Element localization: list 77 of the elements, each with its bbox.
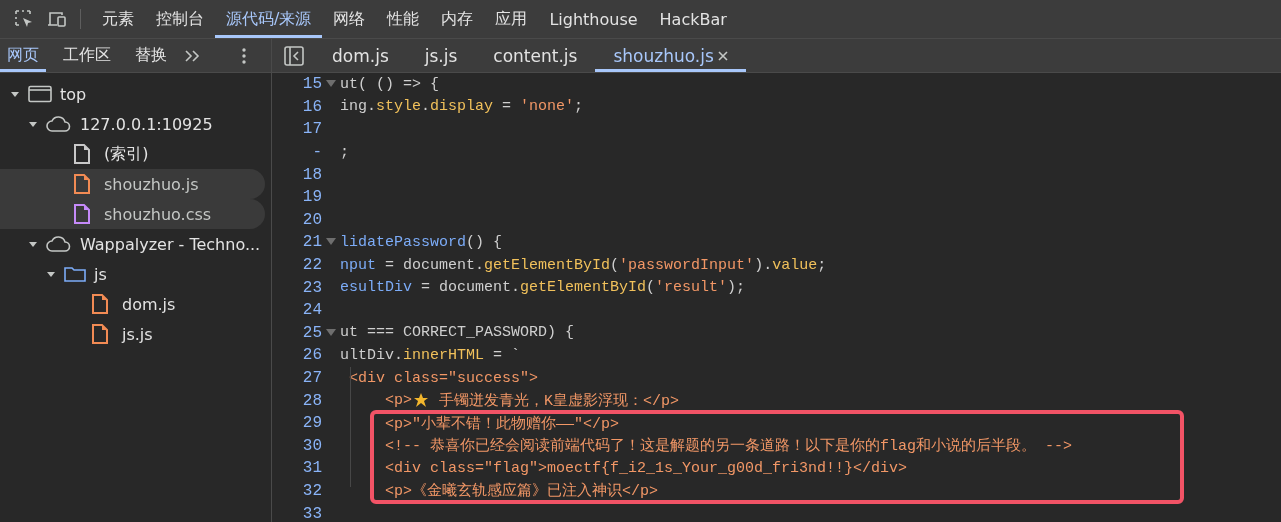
tree-item[interactable]: Wappalyzer - Techno... [0, 229, 265, 259]
line-number: 20 [301, 210, 322, 229]
file-tab[interactable]: content.js [475, 39, 596, 72]
code-line: <div class="flag">moectf{f_i2_1s_Your_g00d_fri3nd!!}</div> [384, 459, 908, 477]
code-line: <p>《金曦玄轨感应篇》已注入神识</p> [384, 481, 659, 501]
code-line: <div class="success"> [348, 369, 539, 387]
expand-arrow-icon[interactable] [46, 269, 56, 279]
expand-arrow-icon[interactable] [28, 239, 38, 249]
line-number: 16 [301, 97, 322, 116]
expand-arrow-icon[interactable] [28, 119, 38, 129]
line-number: 27 [301, 369, 322, 387]
line-number: 22 [301, 256, 322, 275]
code-line: ing.style.display = 'none'; [340, 98, 584, 116]
panel-tab[interactable]: 控制台 [145, 0, 215, 38]
device-icon[interactable] [46, 9, 68, 29]
file-tab[interactable]: js.js [406, 39, 476, 72]
folder-icon [64, 266, 86, 282]
tree-item[interactable]: shouzhuo.js [0, 169, 265, 199]
panel-tab[interactable]: 源代码/来源 [215, 0, 323, 38]
line-number: 30 [301, 436, 322, 455]
code-line: <p> 手镯迸发青光，K皇虚影浮现：</p> [384, 391, 680, 411]
sidebar-tab[interactable]: 网页 [0, 39, 46, 72]
line-number: 25 [301, 323, 322, 342]
code-line: ut( () => { [340, 75, 440, 93]
line-number: 19 [301, 188, 322, 207]
code-line: ; [340, 143, 349, 161]
panel-tab[interactable]: 元素 [91, 0, 145, 38]
more-tabs-icon[interactable] [184, 48, 200, 63]
sidebar-tab[interactable]: 工作区 [56, 39, 118, 72]
window-icon [28, 85, 52, 103]
cloud-icon [46, 116, 72, 132]
tree-item[interactable]: shouzhuo.css [0, 199, 265, 229]
panel-tab[interactable]: HackBar [648, 0, 738, 38]
toggle-sidebar-icon[interactable] [284, 45, 304, 66]
file-tab[interactable]: dom.js [314, 39, 407, 72]
line-number: 24 [301, 301, 322, 320]
code-line: ultDiv.innerHTML = ` [340, 346, 521, 364]
tree-item[interactable]: (索引) [0, 139, 265, 169]
line-number: 28 [301, 391, 322, 410]
line-number: 31 [301, 459, 322, 478]
tree-item[interactable]: 127.0.0.1:10925 [0, 109, 265, 139]
panel-tab[interactable]: 网络 [322, 0, 377, 38]
line-number: 33 [301, 504, 322, 522]
line-number: 23 [301, 278, 322, 297]
tree-item[interactable]: top [0, 79, 265, 109]
panel-tab[interactable]: 内存 [430, 0, 485, 38]
line-number: 15 [301, 75, 322, 94]
line-number: 18 [301, 165, 322, 184]
sidebar-tab[interactable]: 替换 [128, 39, 174, 72]
close-icon[interactable] [717, 50, 728, 61]
fold-arrow-icon[interactable] [326, 328, 336, 337]
tree-item[interactable]: dom.js [0, 289, 265, 319]
cloud-icon [46, 236, 72, 252]
panel-tab[interactable]: Lighthouse [538, 0, 649, 38]
code-line: ut === CORRECT_PASSWORD) { [340, 324, 575, 342]
panel-tab[interactable]: 性能 [376, 0, 431, 38]
tree-item[interactable]: js [0, 259, 265, 289]
code-line: <p>"小辈不错！此物赠你——"</p> [384, 414, 620, 433]
panel-tab[interactable]: 应用 [484, 0, 539, 38]
line-number: 29 [301, 414, 322, 433]
inspect-icon[interactable] [14, 9, 34, 29]
line-number: 21 [301, 233, 322, 252]
code-line: lidatePassword() { [340, 233, 503, 251]
line-number: 17 [301, 120, 322, 139]
line-number: 26 [301, 346, 322, 365]
code-line: <!-- 恭喜你已经会阅读前端代码了！这是解题的另一条道路！以下是你的flag和小说的后半段。 --> [384, 436, 1073, 456]
more-options-icon[interactable] [242, 47, 246, 64]
tree-item[interactable]: js.js [0, 319, 265, 349]
file-tab[interactable]: shouzhuo.js [595, 39, 746, 72]
line-number: 32 [301, 482, 322, 500]
expand-arrow-icon[interactable] [10, 89, 20, 99]
code-line: nput = document.getElementById('passwordInput').value; [340, 256, 827, 274]
line-number: - [311, 143, 322, 162]
fold-arrow-icon[interactable] [326, 238, 336, 247]
sparkle-icon [413, 392, 429, 409]
fold-arrow-icon[interactable] [326, 80, 336, 89]
code-line: esultDiv = document.getElementById('result'); [340, 279, 746, 297]
